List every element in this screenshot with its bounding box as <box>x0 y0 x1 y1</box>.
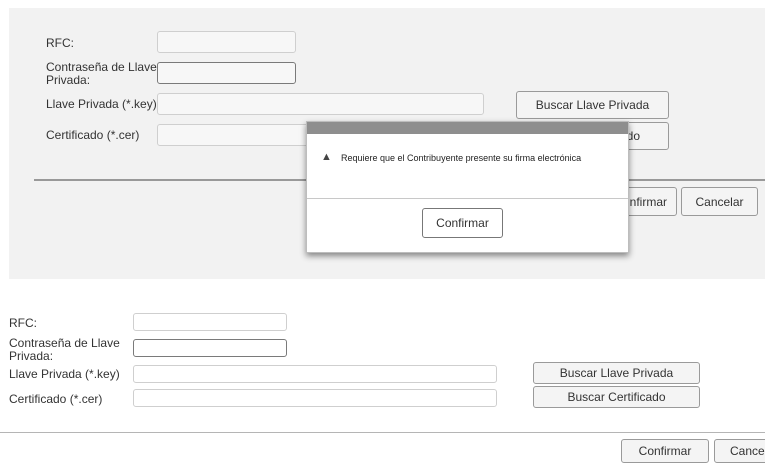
password-label: Contraseña de Llave Privada: <box>46 60 157 87</box>
cancel-button-lower[interactable]: Cance <box>714 439 765 463</box>
cert-label-lower: Certificado (*.cer) <box>9 392 103 406</box>
search-cert-button-lower[interactable]: Buscar Certificado <box>533 386 700 408</box>
cert-label: Certificado (*.cer) <box>46 128 140 142</box>
password-input[interactable] <box>157 62 296 84</box>
search-key-button-lower[interactable]: Buscar Llave Privada <box>533 362 700 384</box>
dialog-confirm-button[interactable]: Confirmar <box>422 208 503 238</box>
password-input-lower[interactable] <box>133 339 287 357</box>
search-key-button[interactable]: Buscar Llave Privada <box>516 91 669 119</box>
cert-file-input-lower[interactable] <box>133 389 497 407</box>
rfc-input-lower[interactable] <box>133 313 287 331</box>
key-label-lower: Llave Privada (*.key) <box>9 367 120 381</box>
warning-icon: ▲ <box>321 151 332 163</box>
password-label-lower: Contraseña de Llave Privada: <box>9 336 120 363</box>
alert-dialog: ▲ Requiere que el Contribuyente presente… <box>306 121 629 253</box>
lower-divider <box>0 432 765 433</box>
dialog-separator <box>307 198 628 199</box>
rfc-label: RFC: <box>46 36 74 50</box>
key-file-input[interactable] <box>157 93 484 115</box>
rfc-label-lower: RFC: <box>9 316 37 330</box>
upper-cancel-button[interactable]: Cancelar <box>681 187 758 216</box>
dialog-header <box>307 122 628 134</box>
key-file-input-lower[interactable] <box>133 365 497 383</box>
dialog-message: Requiere que el Contribuyente presente s… <box>341 153 582 163</box>
rfc-input[interactable] <box>157 31 296 53</box>
key-label: Llave Privada (*.key) <box>46 97 157 111</box>
confirm-button-lower[interactable]: Confirmar <box>621 439 709 463</box>
